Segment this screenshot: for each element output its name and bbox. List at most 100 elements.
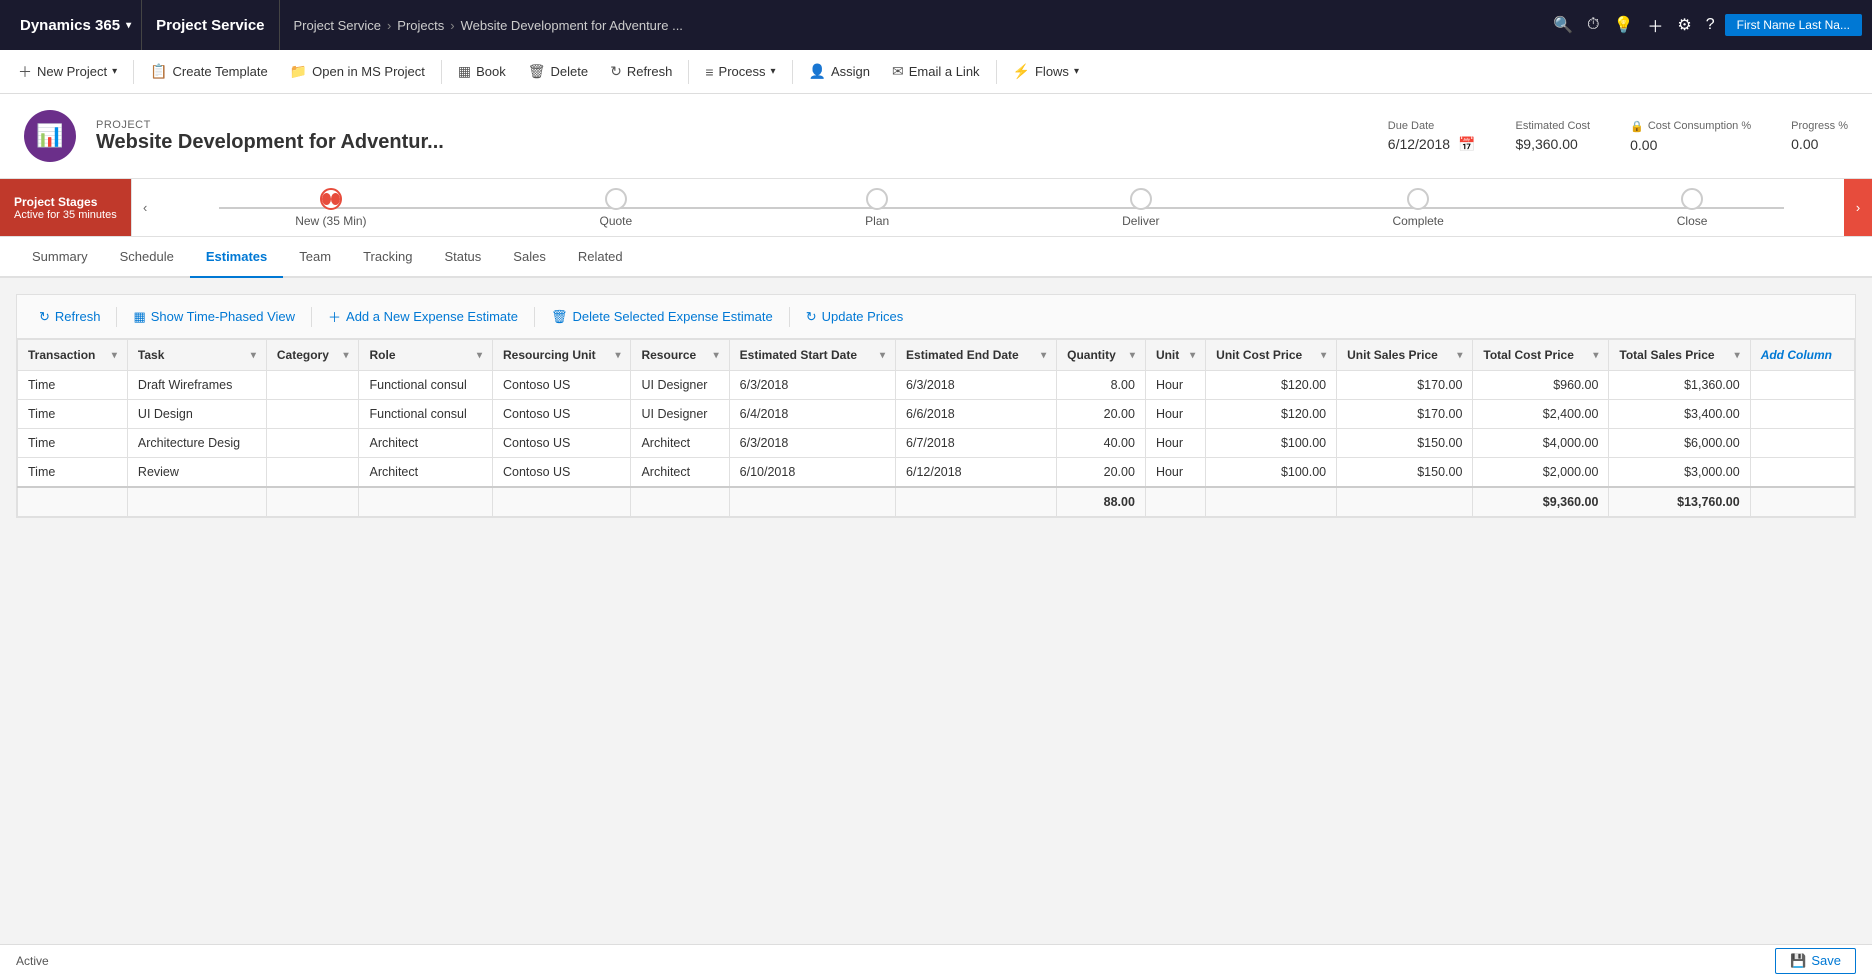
cell-totalCostPrice-1[interactable]: $2,400.00 — [1473, 400, 1609, 429]
tab-tracking[interactable]: Tracking — [347, 237, 428, 278]
cell-task-0[interactable]: Draft Wireframes — [127, 371, 266, 400]
stage-plan[interactable]: Plan — [865, 188, 889, 228]
search-icon[interactable]: 🔍 — [1553, 15, 1573, 35]
cell-resource-2[interactable]: Architect — [631, 429, 729, 458]
stage-deliver[interactable]: Deliver — [1122, 188, 1159, 228]
stage-complete[interactable]: Complete — [1392, 188, 1443, 228]
cell-resourcingUnit-3[interactable]: Contoso US — [492, 458, 630, 488]
col-unit-cost-price[interactable]: Unit Cost Price▾ — [1206, 340, 1337, 371]
cell-transaction-3[interactable]: Time — [18, 458, 128, 488]
save-button[interactable]: 💾 Save — [1775, 948, 1856, 974]
update-prices-button[interactable]: ↻ Update Prices — [796, 305, 914, 329]
tab-summary[interactable]: Summary — [16, 237, 104, 278]
cell-role-1[interactable]: Functional consul — [359, 400, 493, 429]
cell-resourcingUnit-2[interactable]: Contoso US — [492, 429, 630, 458]
col-task[interactable]: Task▾ — [127, 340, 266, 371]
table-row[interactable]: TimeReviewArchitectContoso USArchitect6/… — [18, 458, 1855, 488]
time-phased-view-button[interactable]: ▦ Show Time-Phased View — [123, 305, 305, 329]
col-total-cost-price[interactable]: Total Cost Price▾ — [1473, 340, 1609, 371]
col-transaction[interactable]: Transaction▾ — [18, 340, 128, 371]
cell-resource-1[interactable]: UI Designer — [631, 400, 729, 429]
col-quantity[interactable]: Quantity▾ — [1057, 340, 1146, 371]
breadcrumb-project-service[interactable]: Project Service — [294, 18, 381, 33]
recent-icon[interactable]: ⏱ — [1587, 16, 1599, 34]
cell-endDate-2[interactable]: 6/7/2018 — [896, 429, 1057, 458]
cell-startDate-3[interactable]: 6/10/2018 — [729, 458, 895, 488]
cell-totalCostPrice-2[interactable]: $4,000.00 — [1473, 429, 1609, 458]
col-resource[interactable]: Resource▾ — [631, 340, 729, 371]
add-expense-estimate-button[interactable]: ＋ Add a New Expense Estimate — [318, 303, 528, 330]
question-icon[interactable]: ? — [1706, 16, 1715, 34]
cell-task-3[interactable]: Review — [127, 458, 266, 488]
cell-endDate-0[interactable]: 6/3/2018 — [896, 371, 1057, 400]
cell-transaction-1[interactable]: Time — [18, 400, 128, 429]
table-row[interactable]: TimeUI Design Functional consulContoso US… — [18, 400, 1855, 429]
pipeline-prev-button[interactable]: ‹ — [131, 179, 159, 236]
col-resourcing-unit[interactable]: Resourcing Unit▾ — [492, 340, 630, 371]
cell-task-2[interactable]: Architecture Desig — [127, 429, 266, 458]
pipeline-label[interactable]: Project Stages Active for 35 minutes — [0, 179, 131, 236]
tab-schedule[interactable]: Schedule — [104, 237, 190, 278]
col-unit[interactable]: Unit▾ — [1145, 340, 1205, 371]
new-project-button[interactable]: ＋ New Project ▾ — [8, 56, 127, 88]
cell-startDate-0[interactable]: 6/3/2018 — [729, 371, 895, 400]
cell-unitSalesPrice-0[interactable]: $170.00 — [1337, 371, 1473, 400]
calendar-icon[interactable]: 📅 — [1458, 136, 1475, 153]
tab-status[interactable]: Status — [428, 237, 497, 278]
book-button[interactable]: ▦ Book — [448, 56, 516, 88]
flows-button[interactable]: ⚡ Flows ▾ — [1003, 56, 1089, 88]
process-button[interactable]: ≡ Process ▾ — [695, 56, 785, 88]
cell-endDate-1[interactable]: 6/6/2018 — [896, 400, 1057, 429]
create-template-button[interactable]: 📋 Create Template — [140, 56, 278, 88]
assign-button[interactable]: 👤 Assign — [799, 56, 880, 88]
cell-unitSalesPrice-2[interactable]: $150.00 — [1337, 429, 1473, 458]
cell-unitCostPrice-0[interactable]: $120.00 — [1206, 371, 1337, 400]
cell-quantity-0[interactable]: 8.00 — [1057, 371, 1146, 400]
estimates-refresh-button[interactable]: ↻ Refresh — [29, 305, 110, 329]
col-end-date[interactable]: Estimated End Date▾ — [896, 340, 1057, 371]
col-add-column[interactable]: Add Column — [1750, 340, 1854, 371]
cell-resourcingUnit-0[interactable]: Contoso US — [492, 371, 630, 400]
col-start-date[interactable]: Estimated Start Date▾ — [729, 340, 895, 371]
cell-startDate-2[interactable]: 6/3/2018 — [729, 429, 895, 458]
open-ms-project-button[interactable]: 📁 Open in MS Project — [280, 56, 435, 88]
breadcrumb-projects[interactable]: Projects — [397, 18, 444, 33]
col-role[interactable]: Role▾ — [359, 340, 493, 371]
settings-icon[interactable]: ⚙ — [1677, 15, 1691, 35]
cell-role-0[interactable]: Functional consul — [359, 371, 493, 400]
cell-startDate-1[interactable]: 6/4/2018 — [729, 400, 895, 429]
cell-task-1[interactable]: UI Design — [127, 400, 266, 429]
cell-totalSalesPrice-3[interactable]: $3,000.00 — [1609, 458, 1750, 488]
cell-transaction-0[interactable]: Time — [18, 371, 128, 400]
cell-role-2[interactable]: Architect — [359, 429, 493, 458]
email-link-button[interactable]: ✉ Email a Link — [882, 56, 990, 88]
cell-totalCostPrice-0[interactable]: $960.00 — [1473, 371, 1609, 400]
tab-related[interactable]: Related — [562, 237, 639, 278]
table-row[interactable]: TimeArchitecture Desig ArchitectContoso U… — [18, 429, 1855, 458]
cell-unit-3[interactable]: Hour — [1145, 458, 1205, 488]
cell-category-2[interactable] — [266, 429, 359, 458]
cell-resourcingUnit-1[interactable]: Contoso US — [492, 400, 630, 429]
cell-totalSalesPrice-1[interactable]: $3,400.00 — [1609, 400, 1750, 429]
cell-unitCostPrice-2[interactable]: $100.00 — [1206, 429, 1337, 458]
delete-expense-button[interactable]: 🗑 Delete Selected Expense Estimate — [541, 305, 783, 329]
cell-transaction-2[interactable]: Time — [18, 429, 128, 458]
tab-team[interactable]: Team — [283, 237, 347, 278]
cell-resource-3[interactable]: Architect — [631, 458, 729, 488]
cell-endDate-3[interactable]: 6/12/2018 — [896, 458, 1057, 488]
cell-role-3[interactable]: Architect — [359, 458, 493, 488]
table-row[interactable]: TimeDraft Wireframes Functional consulCon… — [18, 371, 1855, 400]
add-icon[interactable]: ＋ — [1647, 13, 1663, 37]
cell-totalSalesPrice-0[interactable]: $1,360.00 — [1609, 371, 1750, 400]
cell-unit-2[interactable]: Hour — [1145, 429, 1205, 458]
breadcrumb-current[interactable]: Website Development for Adventure ... — [461, 18, 683, 33]
cell-category-3[interactable] — [266, 458, 359, 488]
tab-estimates[interactable]: Estimates — [190, 237, 283, 278]
col-total-sales-price[interactable]: Total Sales Price▾ — [1609, 340, 1750, 371]
stage-new[interactable]: New (35 Min) — [295, 188, 366, 228]
cell-unit-0[interactable]: Hour — [1145, 371, 1205, 400]
col-category[interactable]: Category▾ — [266, 340, 359, 371]
cell-category-0[interactable] — [266, 371, 359, 400]
cell-resource-0[interactable]: UI Designer — [631, 371, 729, 400]
dynamics-365-nav[interactable]: Dynamics 365 ▾ — [10, 0, 142, 50]
